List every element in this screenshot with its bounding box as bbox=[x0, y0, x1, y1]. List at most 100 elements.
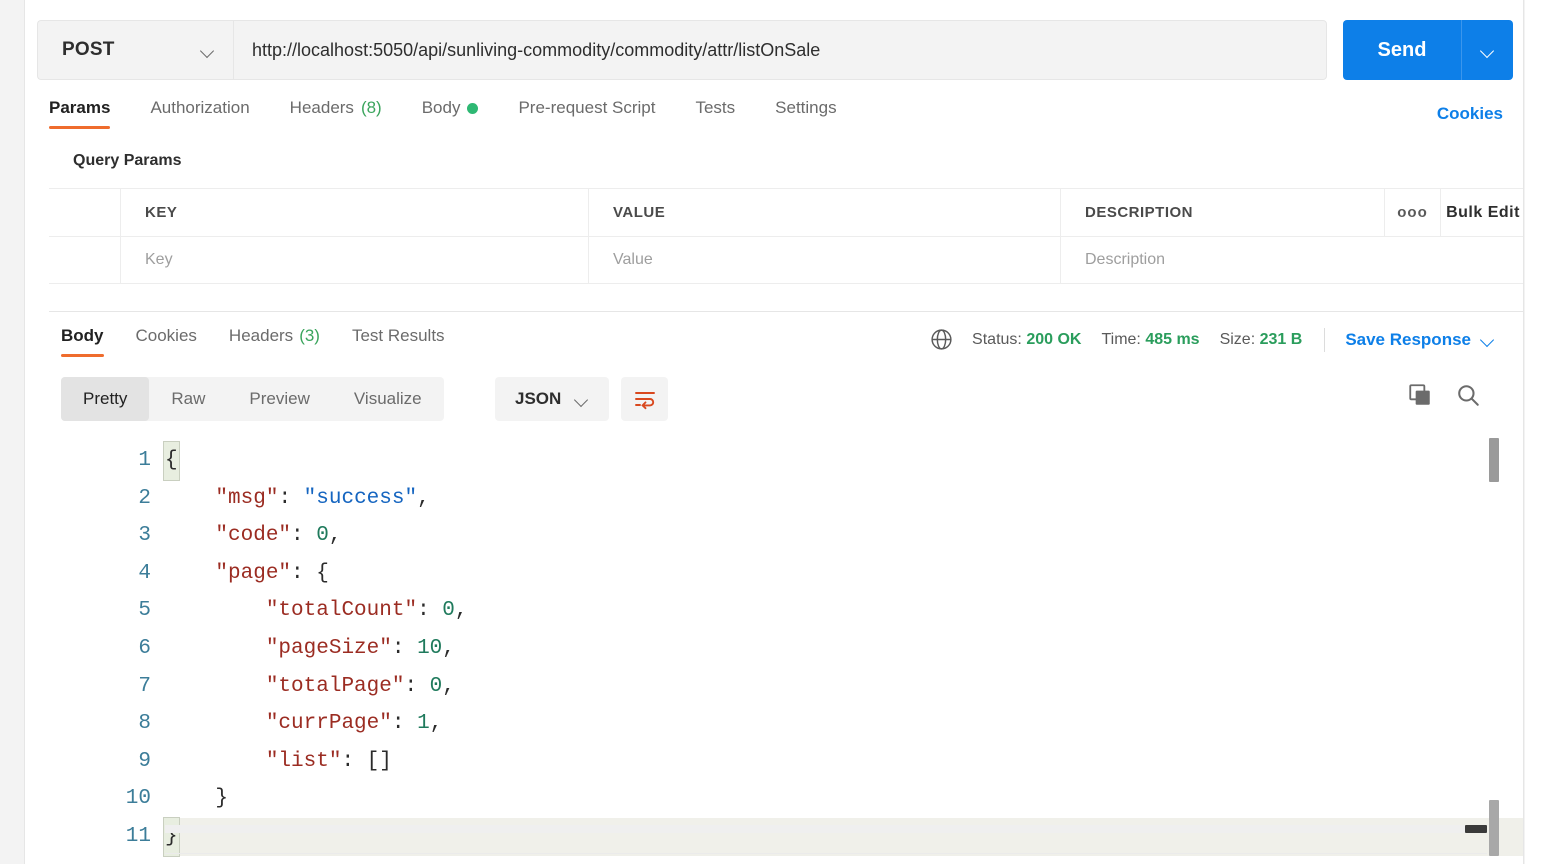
param-description-input[interactable]: Description bbox=[1061, 237, 1523, 283]
code-line[interactable]: "pageSize": 10, bbox=[165, 630, 1523, 668]
code-token: 10 bbox=[417, 636, 443, 660]
tab-params[interactable]: Params bbox=[49, 98, 111, 129]
view-raw[interactable]: Raw bbox=[149, 377, 227, 421]
view-pretty[interactable]: Pretty bbox=[61, 377, 150, 421]
code-line[interactable]: "page": { bbox=[165, 555, 1523, 593]
code-line[interactable]: "totalPage": 0, bbox=[165, 668, 1523, 706]
view-preview[interactable]: Preview bbox=[227, 377, 331, 421]
response-tab-test-results[interactable]: Test Results bbox=[352, 326, 445, 357]
line-number: 10 bbox=[125, 787, 151, 811]
row-checkbox-cell[interactable] bbox=[49, 237, 121, 283]
code-token: , bbox=[442, 636, 455, 660]
tab-tests[interactable]: Tests bbox=[695, 98, 735, 129]
query-params-table: KEY VALUE DESCRIPTION ooo Bulk Edit Key … bbox=[49, 188, 1523, 284]
tab-body-label: Body bbox=[421, 98, 461, 117]
globe-icon bbox=[929, 327, 954, 352]
column-header-key: KEY bbox=[121, 189, 589, 236]
vertical-scrollbar-thumb-secondary[interactable] bbox=[1489, 800, 1499, 856]
response-tab-cookies[interactable]: Cookies bbox=[136, 326, 197, 357]
tab-pre-request-script[interactable]: Pre-request Script bbox=[518, 98, 655, 129]
send-button[interactable]: Send bbox=[1343, 20, 1461, 80]
tab-settings[interactable]: Settings bbox=[775, 98, 836, 129]
horizontal-scrollbar[interactable] bbox=[165, 825, 1487, 833]
table-header-row: KEY VALUE DESCRIPTION ooo Bulk Edit bbox=[49, 189, 1523, 236]
body-present-dot-icon bbox=[467, 102, 479, 114]
code-token: , bbox=[429, 712, 443, 736]
code-token: "msg" bbox=[215, 486, 279, 510]
search-icon[interactable] bbox=[1455, 382, 1481, 408]
url-input[interactable] bbox=[233, 20, 1327, 80]
cookies-link[interactable]: Cookies bbox=[1437, 104, 1503, 124]
line-number: 2 bbox=[138, 486, 151, 510]
code-token: "totalCount" bbox=[265, 599, 418, 623]
code-token: "currPage" bbox=[265, 712, 392, 736]
param-value-input[interactable]: Value bbox=[589, 237, 1061, 283]
http-method-label: POST bbox=[62, 39, 115, 60]
main-panel: POST Send Params Authorization Headers (… bbox=[24, 0, 1524, 864]
code-line[interactable]: "code": 0, bbox=[165, 517, 1523, 555]
response-actions bbox=[1407, 382, 1481, 408]
code-token: 0 bbox=[429, 674, 443, 698]
tab-headers[interactable]: Headers (8) bbox=[290, 98, 382, 129]
response-tabs: Body Cookies Headers (3) Test Results bbox=[61, 326, 477, 357]
send-group: Send bbox=[1343, 20, 1513, 80]
code-token: } bbox=[163, 816, 180, 857]
response-meta: Status: 200 OK Time: 485 ms Size: 231 B … bbox=[929, 327, 1495, 352]
more-options-icon[interactable]: ooo bbox=[1397, 204, 1428, 221]
code-token: , bbox=[454, 599, 468, 623]
vertical-scrollbar-thumb[interactable] bbox=[1489, 438, 1499, 482]
status-value: 200 OK bbox=[1026, 330, 1082, 348]
chevron-down-icon bbox=[575, 395, 589, 404]
response-tab-body-label: Body bbox=[61, 326, 104, 345]
word-wrap-toggle[interactable] bbox=[621, 377, 668, 421]
code-token: : bbox=[278, 486, 304, 510]
response-tab-headers-count: (3) bbox=[299, 326, 320, 345]
tab-body[interactable]: Body bbox=[422, 98, 479, 129]
http-method-select[interactable]: POST bbox=[37, 20, 233, 80]
code-line[interactable]: } bbox=[165, 780, 1523, 818]
line-number: 9 bbox=[138, 749, 151, 773]
tab-tests-label: Tests bbox=[695, 98, 736, 117]
code-line[interactable]: { bbox=[163, 441, 1523, 481]
response-tab-headers[interactable]: Headers (3) bbox=[229, 326, 320, 357]
time-field: Time: 485 ms bbox=[1101, 331, 1199, 349]
tab-authorization[interactable]: Authorization bbox=[150, 98, 249, 129]
code-token: 0 bbox=[442, 599, 455, 623]
code-token: "code" bbox=[215, 524, 292, 548]
time-value: 485 ms bbox=[1145, 330, 1200, 348]
code-line[interactable]: "currPage": 1, bbox=[165, 705, 1523, 743]
save-response-button[interactable]: Save Response bbox=[1345, 330, 1495, 350]
param-key-input[interactable]: Key bbox=[121, 237, 589, 283]
code-line[interactable]: "totalCount": 0, bbox=[165, 592, 1523, 630]
horizontal-scrollbar-thumb[interactable] bbox=[1465, 825, 1487, 833]
line-number: 1 bbox=[138, 449, 151, 472]
response-language-select[interactable]: JSON bbox=[495, 377, 610, 421]
bulk-edit-button[interactable]: Bulk Edit bbox=[1446, 204, 1520, 222]
code-line[interactable]: } bbox=[163, 816, 1523, 857]
code-token: "list" bbox=[265, 749, 342, 773]
response-tab-body[interactable]: Body bbox=[61, 326, 104, 357]
meta-divider bbox=[1324, 327, 1326, 352]
code-line[interactable]: "msg": "success", bbox=[165, 480, 1523, 518]
request-tabs: Params Authorization Headers (8) Body Pr… bbox=[49, 98, 1523, 138]
response-body-code-view[interactable]: 1 2 3 4 5 6 7 8 9 10 11 { "msg": "success", "code"… bbox=[61, 432, 1523, 864]
line-number: 5 bbox=[138, 599, 151, 623]
status-label: Status: bbox=[972, 330, 1022, 348]
send-options-button[interactable] bbox=[1461, 20, 1513, 80]
chevron-down-icon bbox=[201, 46, 215, 55]
copy-icon[interactable] bbox=[1407, 382, 1433, 408]
tab-headers-count: (8) bbox=[360, 98, 382, 117]
view-visualize[interactable]: Visualize bbox=[332, 377, 444, 421]
response-language-label: JSON bbox=[515, 389, 562, 408]
size-field: Size: 231 B bbox=[1220, 331, 1303, 349]
response-view-switcher: Pretty Raw Preview Visualize bbox=[61, 377, 444, 421]
select-all-cell bbox=[49, 189, 121, 236]
code-token: , bbox=[417, 486, 430, 510]
code-line[interactable]: "list": [] bbox=[165, 743, 1523, 781]
